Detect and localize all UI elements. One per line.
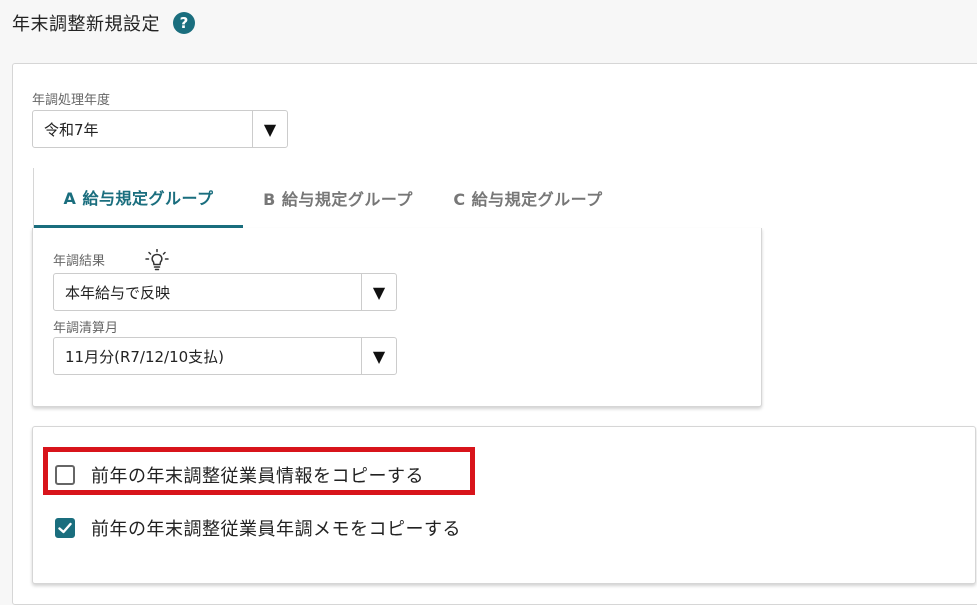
copy-employee-info-option[interactable]: 前年の年末調整従業員情報をコピーする [55, 462, 424, 488]
group-tabs: A 給与規定グループ B 給与規定グループ C 給与規定グループ [33, 168, 764, 228]
copy-employee-info-checkbox[interactable] [55, 465, 75, 485]
main-panel: 年調処理年度 令和7年 ▼ A 給与規定グループ B 給与規定グループ C 給与… [12, 63, 977, 605]
dropdown-arrow-icon: ▼ [361, 338, 396, 374]
dropdown-arrow-icon: ▼ [361, 274, 396, 310]
copy-employee-info-label: 前年の年末調整従業員情報をコピーする [91, 466, 424, 487]
copy-options-card: 前年の年末調整従業員情報をコピーする 前年の年末調整従業員年調メモをコピーする [32, 426, 976, 584]
page-header: 年末調整新規設定 ? [12, 8, 195, 38]
page-title: 年末調整新規設定 [12, 14, 160, 35]
copy-employee-memo-label: 前年の年末調整従業員年調メモをコピーする [91, 519, 461, 540]
year-end-result-label: 年調結果 [53, 254, 106, 269]
dropdown-arrow-icon: ▼ [252, 111, 287, 147]
group-settings-card: 年調結果 本年給与で反映 ▼ 年調清算月 11月分(R7/12/10支払) ▼ [32, 228, 762, 407]
help-icon[interactable]: ? [173, 12, 195, 34]
copy-employee-memo-checkbox[interactable] [55, 518, 75, 538]
settlement-month-label: 年調清算月 [53, 321, 119, 336]
copy-employee-memo-option[interactable]: 前年の年末調整従業員年調メモをコピーする [55, 515, 461, 541]
lightbulb-icon [145, 249, 169, 271]
tab-group-b[interactable]: B 給与規定グループ [243, 168, 433, 228]
settlement-month-select[interactable]: 11月分(R7/12/10支払) ▼ [53, 337, 397, 375]
settlement-month-value: 11月分(R7/12/10支払) [65, 347, 225, 366]
fiscal-year-label: 年調処理年度 [32, 93, 111, 108]
year-end-result-value: 本年給与で反映 [65, 283, 171, 302]
year-end-result-select[interactable]: 本年給与で反映 ▼ [53, 273, 397, 311]
fiscal-year-value: 令和7年 [44, 120, 99, 139]
checkmark-icon [58, 522, 72, 534]
tab-group-c[interactable]: C 給与規定グループ [433, 168, 623, 228]
fiscal-year-select[interactable]: 令和7年 ▼ [32, 110, 288, 148]
tab-group-a[interactable]: A 給与規定グループ [34, 168, 243, 228]
